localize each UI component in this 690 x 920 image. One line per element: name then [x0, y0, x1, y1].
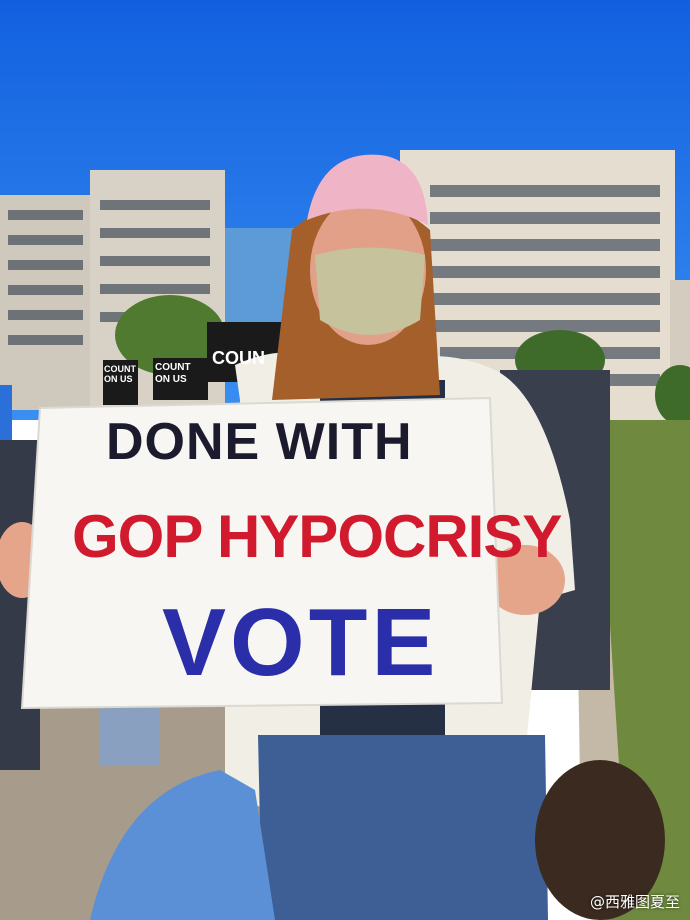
bg-sign-count-on-us-a: COUNT ON US [104, 364, 136, 384]
watermark-text: @西雅图夏至 [589, 893, 680, 911]
photo-scene: COUN COUNT ON US COUNT ON US DONE WITH G… [0, 0, 690, 920]
sign-line-done-with: DONE WITH [106, 413, 413, 471]
face-mask [315, 247, 425, 335]
bg-sign-count-large: COUN [212, 348, 265, 368]
person-jeans [258, 735, 548, 920]
bg-sign-count-on-us-b: COUNT ON US [155, 362, 191, 385]
sign-line-vote: VOTE [162, 589, 440, 696]
sign-line-gop-hypocrisy: GOP HYPOCRISY [72, 503, 562, 570]
